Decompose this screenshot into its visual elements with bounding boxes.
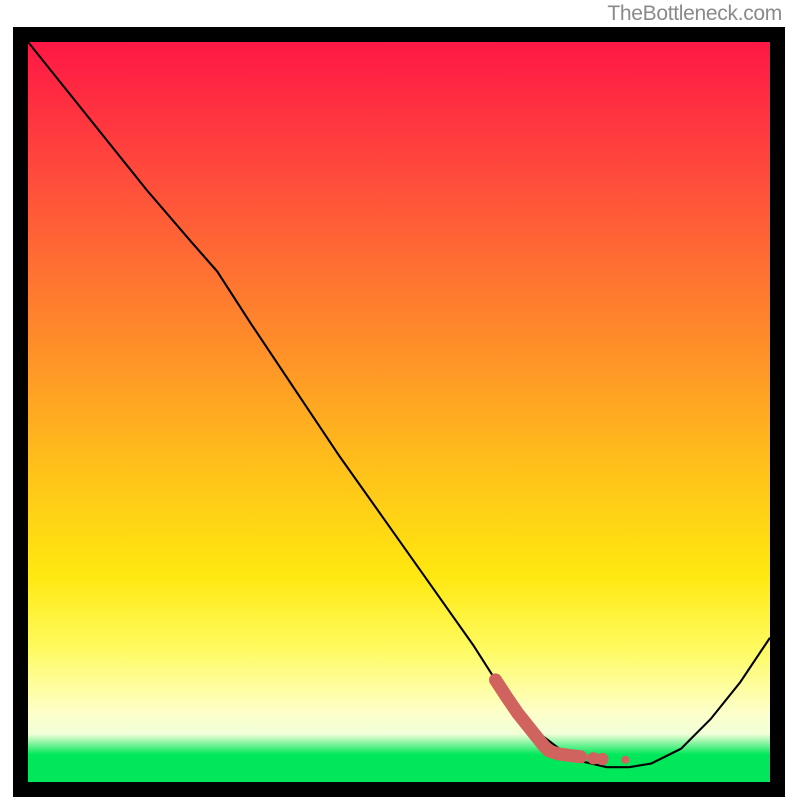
gradient-background — [28, 42, 770, 782]
bottleneck-chart — [0, 0, 800, 800]
